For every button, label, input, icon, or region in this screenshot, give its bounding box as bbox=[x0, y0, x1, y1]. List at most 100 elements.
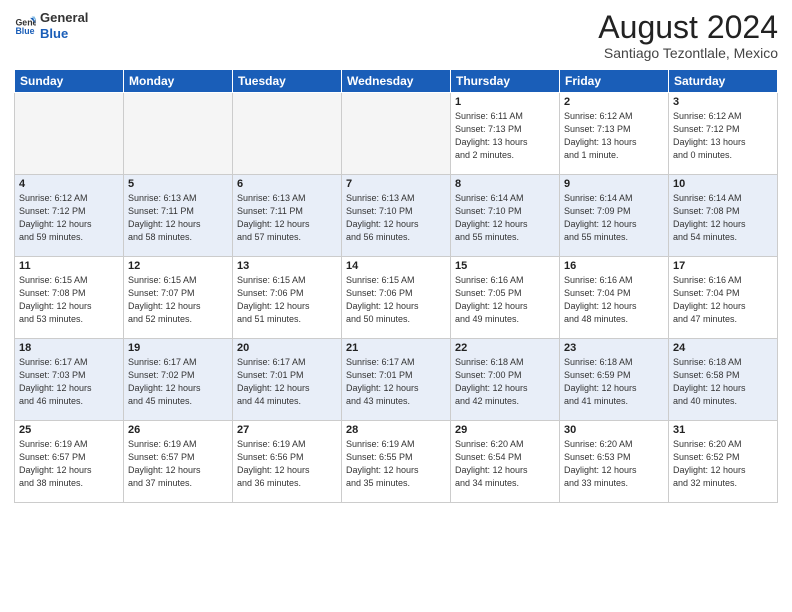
day-number: 13 bbox=[237, 260, 337, 272]
calendar-table: Sunday Monday Tuesday Wednesday Thursday… bbox=[14, 69, 778, 503]
calendar-cell: 14Sunrise: 6:15 AMSunset: 7:06 PMDayligh… bbox=[342, 257, 451, 339]
calendar-cell: 29 Sunrise: 6:20 AMSunset: 6:54 PMDayligh… bbox=[451, 421, 560, 503]
day-number: 17 bbox=[673, 260, 773, 272]
svg-text:Blue: Blue bbox=[15, 26, 34, 36]
page-container: General Blue General Blue August 2024 Sa… bbox=[0, 0, 792, 511]
day-info: Sunrise: 6:13 AMSunset: 7:11 PMDaylight:… bbox=[237, 192, 337, 244]
col-friday: Friday bbox=[560, 70, 669, 93]
calendar-cell: 8 Sunrise: 6:14 AMSunset: 7:10 PMDaylight… bbox=[451, 175, 560, 257]
day-info: Sunrise: 6:15 AMSunset: 7:06 PMDaylight:… bbox=[237, 274, 337, 326]
calendar-cell bbox=[124, 93, 233, 175]
logo-blue: Blue bbox=[40, 26, 88, 42]
col-tuesday: Tuesday bbox=[233, 70, 342, 93]
calendar-cell: 23 Sunrise: 6:18 AMSunset: 6:59 PMDayligh… bbox=[560, 339, 669, 421]
day-info: Sunrise: 6:19 AMSunset: 6:57 PMDaylight:… bbox=[128, 438, 228, 490]
day-info: Sunrise: 6:14 AMSunset: 7:10 PMDaylight:… bbox=[455, 192, 555, 244]
day-number: 19 bbox=[128, 342, 228, 354]
day-info: Sunrise: 6:19 AMSunset: 6:56 PMDaylight:… bbox=[237, 438, 337, 490]
day-info: Sunrise: 6:14 AMSunset: 7:09 PMDaylight:… bbox=[564, 192, 664, 244]
day-number: 25 bbox=[19, 424, 119, 436]
calendar-week-1: 1 Sunrise: 6:11 AMSunset: 7:13 PMDaylight… bbox=[15, 93, 778, 175]
calendar-cell: 2 Sunrise: 6:12 AMSunset: 7:13 PMDaylight… bbox=[560, 93, 669, 175]
day-info: Sunrise: 6:13 AMSunset: 7:10 PMDaylight:… bbox=[346, 192, 446, 244]
day-info: Sunrise: 6:13 AMSunset: 7:11 PMDaylight:… bbox=[128, 192, 228, 244]
day-info: Sunrise: 6:14 AMSunset: 7:08 PMDaylight:… bbox=[673, 192, 773, 244]
day-info: Sunrise: 6:20 AMSunset: 6:53 PMDaylight:… bbox=[564, 438, 664, 490]
day-info: Sunrise: 6:15 AMSunset: 7:08 PMDaylight:… bbox=[19, 274, 119, 326]
calendar-cell: 19 Sunrise: 6:17 AMSunset: 7:02 PMDayligh… bbox=[124, 339, 233, 421]
day-number: 2 bbox=[564, 96, 664, 108]
calendar-cell: 25 Sunrise: 6:19 AMSunset: 6:57 PMDayligh… bbox=[15, 421, 124, 503]
calendar-week-4: 18Sunrise: 6:17 AMSunset: 7:03 PMDayligh… bbox=[15, 339, 778, 421]
calendar-cell: 31 Sunrise: 6:20 AMSunset: 6:52 PMDayligh… bbox=[669, 421, 778, 503]
day-number: 3 bbox=[673, 96, 773, 108]
day-number: 8 bbox=[455, 178, 555, 190]
day-number: 26 bbox=[128, 424, 228, 436]
col-thursday: Thursday bbox=[451, 70, 560, 93]
calendar-week-2: 4 Sunrise: 6:12 AMSunset: 7:12 PMDaylight… bbox=[15, 175, 778, 257]
calendar-cell: 7Sunrise: 6:13 AMSunset: 7:10 PMDaylight… bbox=[342, 175, 451, 257]
col-saturday: Saturday bbox=[669, 70, 778, 93]
day-number: 10 bbox=[673, 178, 773, 190]
calendar-cell bbox=[15, 93, 124, 175]
calendar-cell: 16Sunrise: 6:16 AMSunset: 7:04 PMDayligh… bbox=[560, 257, 669, 339]
day-info: Sunrise: 6:17 AMSunset: 7:01 PMDaylight:… bbox=[346, 356, 446, 408]
day-info: Sunrise: 6:16 AMSunset: 7:04 PMDaylight:… bbox=[673, 274, 773, 326]
day-info: Sunrise: 6:19 AMSunset: 6:57 PMDaylight:… bbox=[19, 438, 119, 490]
page-header: General Blue General Blue August 2024 Sa… bbox=[14, 10, 778, 61]
calendar-cell: 30 Sunrise: 6:20 AMSunset: 6:53 PMDayligh… bbox=[560, 421, 669, 503]
col-monday: Monday bbox=[124, 70, 233, 93]
logo: General Blue General Blue bbox=[14, 10, 88, 41]
calendar-cell: 4 Sunrise: 6:12 AMSunset: 7:12 PMDaylight… bbox=[15, 175, 124, 257]
calendar-cell bbox=[342, 93, 451, 175]
calendar-cell: 18Sunrise: 6:17 AMSunset: 7:03 PMDayligh… bbox=[15, 339, 124, 421]
calendar-cell: 26 Sunrise: 6:19 AMSunset: 6:57 PMDayligh… bbox=[124, 421, 233, 503]
calendar-cell: 10 Sunrise: 6:14 AMSunset: 7:08 PMDayligh… bbox=[669, 175, 778, 257]
day-info: Sunrise: 6:20 AMSunset: 6:54 PMDaylight:… bbox=[455, 438, 555, 490]
calendar-cell: 21 Sunrise: 6:17 AMSunset: 7:01 PMDayligh… bbox=[342, 339, 451, 421]
day-number: 20 bbox=[237, 342, 337, 354]
day-number: 29 bbox=[455, 424, 555, 436]
day-number: 21 bbox=[346, 342, 446, 354]
calendar-cell: 11 Sunrise: 6:15 AMSunset: 7:08 PMDayligh… bbox=[15, 257, 124, 339]
day-info: Sunrise: 6:16 AMSunset: 7:05 PMDaylight:… bbox=[455, 274, 555, 326]
day-info: Sunrise: 6:18 AMSunset: 7:00 PMDaylight:… bbox=[455, 356, 555, 408]
day-number: 11 bbox=[19, 260, 119, 272]
day-number: 23 bbox=[564, 342, 664, 354]
calendar-cell: 1 Sunrise: 6:11 AMSunset: 7:13 PMDaylight… bbox=[451, 93, 560, 175]
day-info: Sunrise: 6:12 AMSunset: 7:12 PMDaylight:… bbox=[19, 192, 119, 244]
day-number: 12 bbox=[128, 260, 228, 272]
title-block: August 2024 Santiago Tezontlale, Mexico bbox=[598, 10, 778, 61]
calendar-week-5: 25 Sunrise: 6:19 AMSunset: 6:57 PMDayligh… bbox=[15, 421, 778, 503]
logo-general: General bbox=[40, 10, 88, 26]
day-number: 1 bbox=[455, 96, 555, 108]
day-info: Sunrise: 6:15 AMSunset: 7:07 PMDaylight:… bbox=[128, 274, 228, 326]
calendar-cell: 6Sunrise: 6:13 AMSunset: 7:11 PMDaylight… bbox=[233, 175, 342, 257]
day-info: Sunrise: 6:18 AMSunset: 6:59 PMDaylight:… bbox=[564, 356, 664, 408]
logo-icon: General Blue bbox=[14, 15, 36, 37]
day-number: 15 bbox=[455, 260, 555, 272]
calendar-cell: 17 Sunrise: 6:16 AMSunset: 7:04 PMDayligh… bbox=[669, 257, 778, 339]
day-number: 4 bbox=[19, 178, 119, 190]
day-info: Sunrise: 6:19 AMSunset: 6:55 PMDaylight:… bbox=[346, 438, 446, 490]
day-info: Sunrise: 6:16 AMSunset: 7:04 PMDaylight:… bbox=[564, 274, 664, 326]
calendar-cell: 13 Sunrise: 6:15 AMSunset: 7:06 PMDayligh… bbox=[233, 257, 342, 339]
calendar-cell: 9Sunrise: 6:14 AMSunset: 7:09 PMDaylight… bbox=[560, 175, 669, 257]
day-number: 30 bbox=[564, 424, 664, 436]
day-info: Sunrise: 6:12 AMSunset: 7:12 PMDaylight:… bbox=[673, 110, 773, 162]
calendar-cell bbox=[233, 93, 342, 175]
calendar-cell: 15 Sunrise: 6:16 AMSunset: 7:05 PMDayligh… bbox=[451, 257, 560, 339]
day-info: Sunrise: 6:17 AMSunset: 7:01 PMDaylight:… bbox=[237, 356, 337, 408]
day-info: Sunrise: 6:18 AMSunset: 6:58 PMDaylight:… bbox=[673, 356, 773, 408]
calendar-week-3: 11 Sunrise: 6:15 AMSunset: 7:08 PMDayligh… bbox=[15, 257, 778, 339]
day-info: Sunrise: 6:20 AMSunset: 6:52 PMDaylight:… bbox=[673, 438, 773, 490]
day-number: 5 bbox=[128, 178, 228, 190]
calendar-cell: 3 Sunrise: 6:12 AMSunset: 7:12 PMDaylight… bbox=[669, 93, 778, 175]
day-info: Sunrise: 6:12 AMSunset: 7:13 PMDaylight:… bbox=[564, 110, 664, 162]
day-info: Sunrise: 6:17 AMSunset: 7:03 PMDaylight:… bbox=[19, 356, 119, 408]
calendar-cell: 5 Sunrise: 6:13 AMSunset: 7:11 PMDaylight… bbox=[124, 175, 233, 257]
day-info: Sunrise: 6:11 AMSunset: 7:13 PMDaylight:… bbox=[455, 110, 555, 162]
location-subtitle: Santiago Tezontlale, Mexico bbox=[598, 45, 778, 61]
day-info: Sunrise: 6:17 AMSunset: 7:02 PMDaylight:… bbox=[128, 356, 228, 408]
day-number: 31 bbox=[673, 424, 773, 436]
